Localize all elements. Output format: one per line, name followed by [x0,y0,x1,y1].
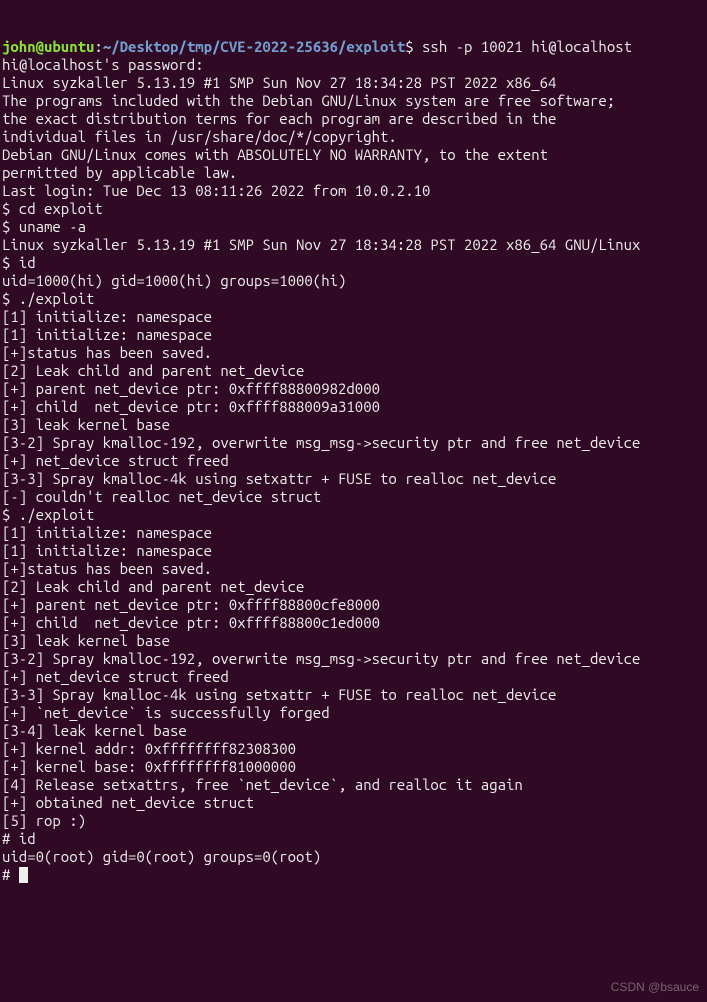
terminal-line: # id [2,830,705,848]
terminal-line: [1] initialize: namespace [2,542,705,560]
terminal-line: [+] parent net_device ptr: 0xffff88800cf… [2,596,705,614]
terminal-line: the exact distribution terms for each pr… [2,110,705,128]
terminal-line: [+] kernel base: 0xffffffff81000000 [2,758,705,776]
watermark: CSDN @bsauce [611,978,699,996]
terminal-line: Last login: Tue Dec 13 08:11:26 2022 fro… [2,182,705,200]
terminal-line: $ id [2,254,705,272]
terminal-line: uid=0(root) gid=0(root) groups=0(root) [2,848,705,866]
terminal-line: [2] Leak child and parent net_device [2,362,705,380]
terminal-line: [+] child net_device ptr: 0xffff88800c1e… [2,614,705,632]
prompt-sep: : [94,38,102,55]
terminal-line: [3] leak kernel base [2,416,705,434]
terminal-line: [1] initialize: namespace [2,326,705,344]
terminal-line: [5] rop :) [2,812,705,830]
terminal-line: [3-2] Spray kmalloc-192, overwrite msg_m… [2,650,705,668]
terminal-line: [3-3] Spray kmalloc-4k using setxattr + … [2,686,705,704]
terminal-line: The programs included with the Debian GN… [2,92,705,110]
terminal-line: individual files in /usr/share/doc/*/cop… [2,128,705,146]
terminal-line: [+] obtained net_device struct [2,794,705,812]
terminal-line: [2] Leak child and parent net_device [2,578,705,596]
terminal-line: Debian GNU/Linux comes with ABSOLUTELY N… [2,146,705,164]
terminal-line: [+] net_device struct freed [2,668,705,686]
terminal-line: [+] kernel addr: 0xffffffff82308300 [2,740,705,758]
terminal-line: [-] couldn't realloc net_device struct [2,488,705,506]
terminal-line: [3-4] leak kernel base [2,722,705,740]
prompt-path: ~/Desktop/tmp/CVE-2022-25636/exploit [103,38,405,55]
terminal-line: $ uname -a [2,218,705,236]
terminal-line: [3] leak kernel base [2,632,705,650]
terminal-line: [+] child net_device ptr: 0xffff888009a3… [2,398,705,416]
prompt-cmd: ssh -p 10021 hi@localhost [414,38,632,55]
terminal-line: [+] `net_device` is successfully forged [2,704,705,722]
terminal-line: [+]status has been saved. [2,344,705,362]
terminal-line: # [2,866,705,884]
terminal-window[interactable]: john@ubuntu:~/Desktop/tmp/CVE-2022-25636… [0,0,707,1002]
terminal-line: [3-3] Spray kmalloc-4k using setxattr + … [2,470,705,488]
terminal-line: $ ./exploit [2,506,705,524]
terminal-line: hi@localhost's password: [2,56,705,74]
terminal-line: [+] net_device struct freed [2,452,705,470]
terminal-line: [1] initialize: namespace [2,308,705,326]
terminal-line: Linux syzkaller 5.13.19 #1 SMP Sun Nov 2… [2,74,705,92]
prompt-user: john@ubuntu [2,38,94,55]
terminal-line: $ ./exploit [2,290,705,308]
terminal-line: [+]status has been saved. [2,560,705,578]
prompt-line: john@ubuntu:~/Desktop/tmp/CVE-2022-25636… [2,38,705,56]
terminal-line: [1] initialize: namespace [2,524,705,542]
prompt-end: $ [405,38,413,55]
terminal-line: [+] parent net_device ptr: 0xffff8880098… [2,380,705,398]
terminal-line: [4] Release setxattrs, free `net_device`… [2,776,705,794]
terminal-line: uid=1000(hi) gid=1000(hi) groups=1000(hi… [2,272,705,290]
cursor [19,867,28,883]
terminal-line: $ cd exploit [2,200,705,218]
terminal-line: permitted by applicable law. [2,164,705,182]
terminal-line: Linux syzkaller 5.13.19 #1 SMP Sun Nov 2… [2,236,705,254]
terminal-line: [3-2] Spray kmalloc-192, overwrite msg_m… [2,434,705,452]
